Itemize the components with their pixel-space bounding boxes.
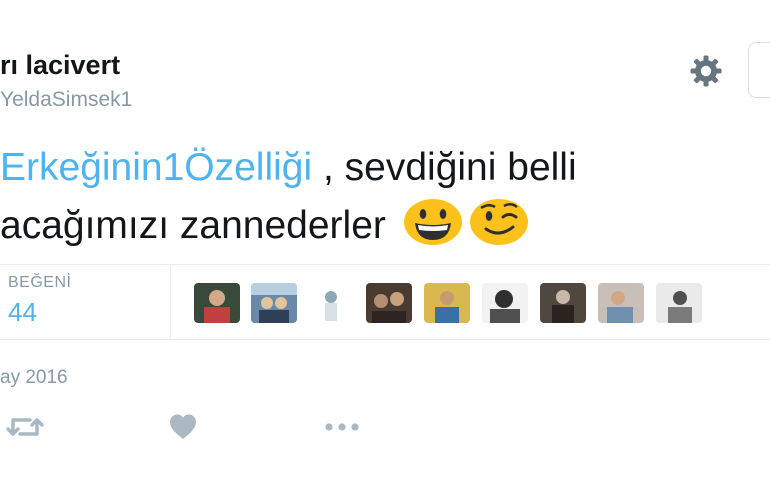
avatar[interactable]: [540, 283, 586, 323]
display-name[interactable]: rı lacivert: [0, 50, 120, 81]
like-button[interactable]: [168, 413, 198, 446]
tweet-line-2: acağımızı zannederler: [0, 198, 770, 254]
avatar[interactable]: [251, 283, 297, 323]
tweet-line-1-text: , sevdiğini belli: [312, 146, 577, 189]
more-icon: [322, 413, 362, 446]
tweet-line-2-text: acağımızı zannederler: [0, 204, 386, 247]
likes-label: BEĞENİ: [8, 274, 72, 291]
stats-separator: [170, 265, 171, 339]
avatar[interactable]: [424, 283, 470, 323]
user-handle[interactable]: YeldaSimsek1: [0, 88, 132, 112]
tweet-text: Erkeğinin1Özelliği , sevdiğini belli aca…: [0, 140, 770, 254]
avatar[interactable]: [366, 283, 412, 323]
avatar[interactable]: [482, 283, 528, 323]
winking-face-emoji: [469, 198, 529, 246]
likes-count[interactable]: 44: [8, 297, 37, 328]
gear-icon[interactable]: [688, 55, 724, 87]
avatar[interactable]: [308, 283, 354, 323]
heart-icon: [168, 413, 198, 446]
avatar[interactable]: [656, 283, 702, 323]
avatar[interactable]: [194, 283, 240, 323]
hashtag-link[interactable]: Erkeğinin1Özelliği: [0, 146, 312, 189]
avatar[interactable]: [598, 283, 644, 323]
more-button[interactable]: [322, 413, 362, 446]
grinning-face-emoji: [403, 198, 463, 246]
follow-button[interactable]: [748, 42, 770, 98]
stats-top-divider: [0, 264, 770, 265]
retweet-button[interactable]: [6, 413, 44, 446]
tweet-date[interactable]: ay 2016: [0, 367, 68, 389]
tweet-line-1: Erkeğinin1Özelliği , sevdiğini belli: [0, 140, 770, 196]
stats-bottom-divider: [0, 339, 770, 340]
retweet-icon: [6, 413, 44, 446]
